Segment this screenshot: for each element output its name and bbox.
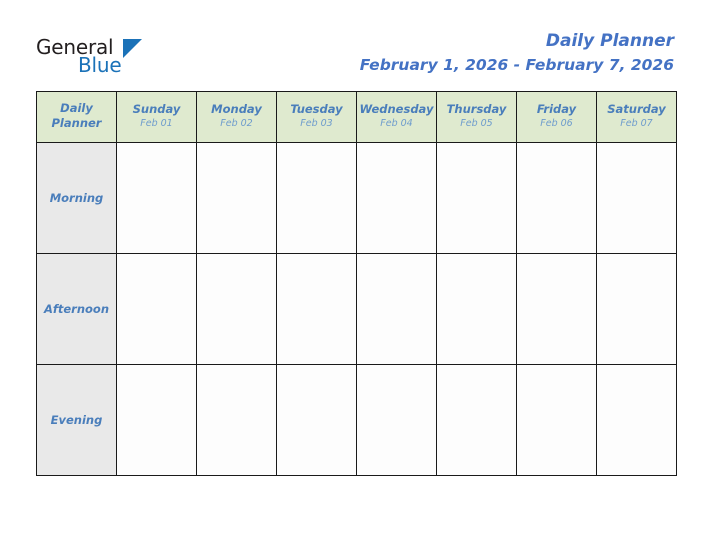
planner-cell-afternoon-sunday[interactable] [116,253,197,365]
header-cell-wednesday: Wednesday Feb 04 [356,91,437,143]
day-date-saturday: Feb 07 [620,117,653,129]
table-row-morning: Morning [36,142,677,254]
logo-text-blue: Blue [78,53,122,77]
planner-cell-afternoon-monday[interactable] [196,253,277,365]
planner-cell-morning-monday[interactable] [196,142,277,254]
planner-cell-morning-saturday[interactable] [596,142,677,254]
planner-cell-afternoon-friday[interactable] [516,253,597,365]
planner-cell-afternoon-saturday[interactable] [596,253,677,365]
day-date-sunday: Feb 01 [140,117,173,129]
planner-cell-evening-wednesday[interactable] [356,364,437,476]
day-name-wednesday: Wednesday [359,101,434,116]
table-row-afternoon: Afternoon [36,253,677,365]
header-cell-monday: Monday Feb 02 [196,91,277,143]
planner-cell-morning-tuesday[interactable] [276,142,357,254]
daily-planner-page: General Blue Daily Planner February 1, 2… [0,0,712,550]
header-corner-cell: Daily Planner [36,91,117,143]
day-name-thursday: Thursday [446,101,507,116]
planner-cell-evening-saturday[interactable] [596,364,677,476]
page-header: General Blue Daily Planner February 1, 2… [0,0,712,88]
planner-cell-evening-friday[interactable] [516,364,597,476]
planner-cell-morning-thursday[interactable] [436,142,517,254]
corner-label-line1: Daily [60,101,93,115]
slot-label-afternoon: Afternoon [36,253,117,365]
planner-cell-afternoon-thursday[interactable] [436,253,517,365]
title-block: Daily Planner February 1, 2026 - Februar… [360,30,674,76]
planner-cell-afternoon-tuesday[interactable] [276,253,357,365]
table-row-evening: Evening [36,364,677,476]
slot-label-text-morning: Morning [49,191,104,205]
header-cell-friday: Friday Feb 06 [516,91,597,143]
planner-cell-evening-thursday[interactable] [436,364,517,476]
general-blue-logo: General Blue [36,36,246,82]
planner-cell-evening-tuesday[interactable] [276,364,357,476]
day-name-monday: Monday [211,101,262,116]
day-date-friday: Feb 06 [540,117,573,129]
slot-label-morning: Morning [36,142,117,254]
corner-label-line2: Planner [51,116,102,130]
day-name-tuesday: Tuesday [290,101,343,116]
planner-cell-morning-sunday[interactable] [116,142,197,254]
planner-cell-morning-wednesday[interactable] [356,142,437,254]
day-name-saturday: Saturday [607,101,666,116]
day-date-monday: Feb 02 [220,117,253,129]
planner-cell-morning-friday[interactable] [516,142,597,254]
header-cell-sunday: Sunday Feb 01 [116,91,197,143]
day-date-thursday: Feb 05 [460,117,493,129]
day-name-friday: Friday [536,101,577,116]
planner-cell-evening-monday[interactable] [196,364,277,476]
day-name-sunday: Sunday [132,101,181,116]
table-header-row: Daily Planner Sunday Feb 01 Monday Feb 0… [36,91,677,143]
slot-label-text-evening: Evening [50,413,103,427]
day-date-tuesday: Feb 03 [300,117,333,129]
header-cell-tuesday: Tuesday Feb 03 [276,91,357,143]
page-title: Daily Planner [545,31,674,51]
slot-label-text-afternoon: Afternoon [43,302,110,316]
header-cell-saturday: Saturday Feb 07 [596,91,677,143]
date-range: February 1, 2026 - February 7, 2026 [359,56,674,74]
slot-label-evening: Evening [36,364,117,476]
triangle-icon [123,39,142,58]
day-date-wednesday: Feb 04 [380,117,413,129]
planner-table: Daily Planner Sunday Feb 01 Monday Feb 0… [36,91,677,476]
planner-cell-evening-sunday[interactable] [116,364,197,476]
planner-cell-afternoon-wednesday[interactable] [356,253,437,365]
header-cell-thursday: Thursday Feb 05 [436,91,517,143]
